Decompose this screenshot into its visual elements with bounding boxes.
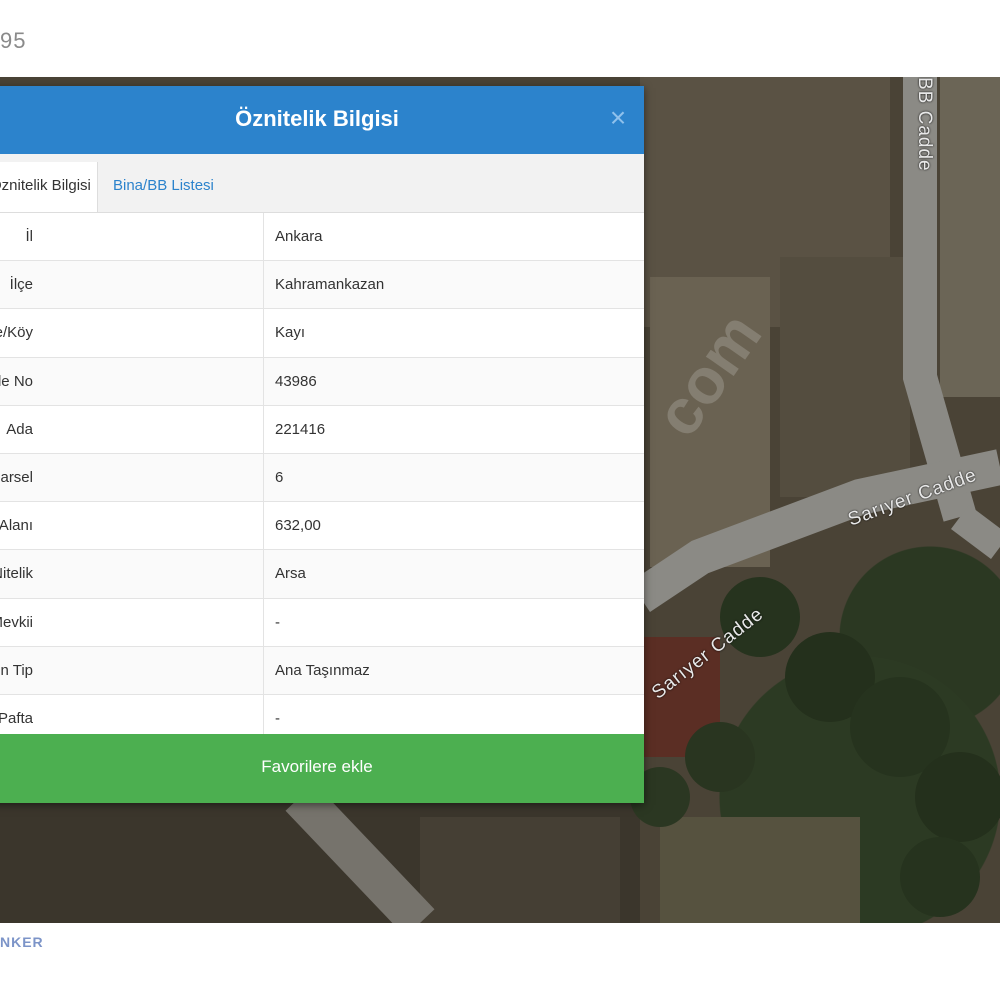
tab-attribute-info[interactable]: Öznitelik Bilgisi: [0, 162, 98, 212]
row-label: Pafta: [0, 709, 33, 727]
modal-title: Öznitelik Bilgisi: [235, 106, 399, 131]
attribute-table: İl Ankara İlçe Kahramankazan Mahalle/Köy…: [0, 213, 644, 744]
row-value: -: [275, 709, 280, 727]
table-row: İlçe Kahramankazan: [0, 261, 644, 310]
row-label: Parsel: [0, 468, 33, 486]
row-label-cell: Zemin Tip: [0, 646, 264, 694]
field: [420, 817, 620, 923]
table-row: Zemin Tip Ana Taşınmaz: [0, 646, 644, 695]
field: [780, 257, 910, 497]
row-value: 221416: [275, 420, 326, 438]
row-label-cell: Mevkii: [0, 598, 264, 646]
tree: [900, 837, 980, 917]
field: [660, 817, 860, 923]
listing-number: 95: [0, 28, 27, 53]
row-label: Mevkii: [0, 613, 33, 631]
table-row: Mahalle No 43986: [0, 357, 644, 406]
add-to-favorites-button[interactable]: Favorilere ekle: [0, 734, 644, 803]
table-row: İl Ankara: [0, 213, 644, 262]
road: [951, 505, 1000, 559]
bottom-link[interactable]: NKER: [0, 934, 44, 950]
tree: [685, 722, 755, 792]
road-label-bb: BB Cadde: [914, 77, 935, 172]
tab-attribute-info-label: Öznitelik Bilgisi: [0, 177, 91, 194]
tab-building-list[interactable]: Bina/BB Listesi: [113, 162, 214, 212]
row-label-cell: Ada: [0, 405, 264, 453]
row-label: İl: [25, 228, 34, 245]
row-label-cell: Mahalle/Köy: [0, 309, 264, 357]
table-row: Taşınmaz Alanı 632,00: [0, 502, 644, 551]
row-label-cell: Nitelik: [0, 550, 264, 598]
row-value: 632,00: [275, 517, 321, 535]
row-label: Mahalle/Köy: [0, 324, 33, 342]
row-label: Taşınmaz Alanı: [0, 517, 33, 535]
table-row: Mevkii -: [0, 598, 644, 647]
row-value: Arsa: [275, 565, 306, 583]
row-label-cell: Taşınmaz Alanı: [0, 502, 264, 550]
row-label-cell: İl: [0, 213, 264, 261]
row-value: 43986: [275, 372, 317, 390]
table-row: Mahalle/Köy Kayı: [0, 309, 644, 358]
row-label: Zemin Tip: [0, 661, 33, 679]
row-label: Mahalle No: [0, 372, 33, 390]
table-row: Ada 221416: [0, 405, 644, 454]
row-value: 6: [275, 468, 284, 486]
table-row: Nitelik Arsa: [0, 550, 644, 599]
field: [940, 77, 1000, 397]
row-label: İlçe: [9, 276, 33, 294]
row-label: Ada: [6, 420, 33, 438]
row-value: Ankara: [275, 228, 323, 245]
row-label-cell: Parsel: [0, 453, 264, 502]
row-label: Nitelik: [0, 565, 33, 583]
table-row: Parsel 6: [0, 453, 644, 503]
row-label-cell: Mahalle No: [0, 357, 264, 405]
row-value: Ana Taşınmaz: [275, 661, 370, 679]
row-label-cell: İlçe: [0, 261, 264, 309]
row-value: -: [275, 613, 280, 631]
close-icon[interactable]: ×: [604, 104, 632, 132]
row-value: Kayı: [275, 324, 306, 342]
attribute-info-modal: Öznitelik Bilgisi × Öznitelik Bilgisi Bi…: [0, 86, 644, 803]
modal-header: Öznitelik Bilgisi ×: [0, 86, 644, 154]
row-value: Kahramankazan: [275, 276, 385, 294]
modal-tabs: Öznitelik Bilgisi Bina/BB Listesi: [0, 154, 644, 213]
